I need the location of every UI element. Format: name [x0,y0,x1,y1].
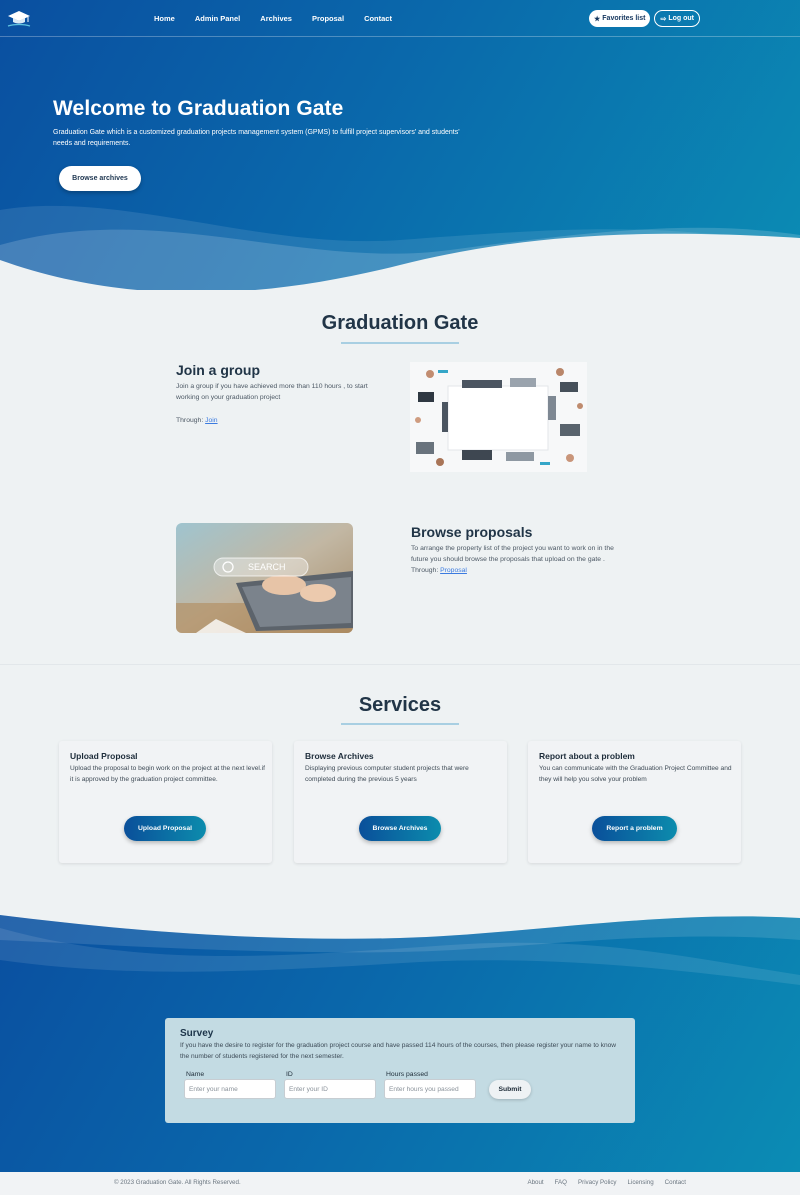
survey-title: Survey [180,1028,214,1039]
nav-links: Home Admin Panel Archives Proposal Conta… [144,0,402,37]
image-search-text: SEARCH [248,562,286,572]
nav-link-home[interactable]: Home [144,0,185,37]
services-title: Services [358,694,442,716]
join-through-label: Through: [176,417,204,424]
survey-text: If you have the desire to register for t… [180,1042,617,1060]
logout-button[interactable]: ⇨ Log out [654,10,700,27]
service-card-upload: Upload Proposal Upload the proposal to b… [59,741,272,863]
footer: © 2023 Graduation Gate. All Rights Reser… [0,1172,800,1195]
browse-archives-button[interactable]: Browse archives [59,166,141,191]
proposals-through-label: Through: [411,567,439,574]
join-group-heading: Join a group [176,362,260,378]
hero-wave-decoration [0,205,800,290]
team-meeting-image [410,362,587,472]
join-group-text: Join a group if you have achieved more t… [176,383,368,401]
browse-proposals-text: To arrange the property list of the proj… [411,545,614,563]
about-title: Graduation Gate [321,312,479,334]
nav-actions: ★ Favorites list ⇨ Log out [589,10,700,27]
service-card-archives: Browse Archives Displaying previous comp… [294,741,507,863]
logout-label: Log out [668,15,694,22]
footer-link-privacy[interactable]: Privacy Policy [578,1179,617,1186]
service-card-text: You can communicate with the Graduation … [539,765,732,783]
hero-description: Graduation Gate which is a customized gr… [53,129,460,147]
browse-archives-service-button[interactable]: Browse Archives [359,816,441,841]
service-card-title: Upload Proposal [70,751,138,761]
laptop-search-image: SEARCH [176,523,353,633]
footer-links: About FAQ Privacy Policy Licensing Conta… [527,1179,686,1186]
nav-link-contact[interactable]: Contact [354,0,402,37]
service-card-text: Displaying previous computer student pro… [305,765,469,783]
footer-link-faq[interactable]: FAQ [555,1179,567,1186]
hero-title: Welcome to Graduation Gate [53,97,344,120]
report-problem-button[interactable]: Report a problem [592,816,677,841]
logout-icon: ⇨ [660,15,667,23]
favorites-button[interactable]: ★ Favorites list [589,10,651,27]
nav-link-proposal[interactable]: Proposal [302,0,354,37]
services-title-underline [341,723,459,725]
footer-link-licensing[interactable]: Licensing [628,1179,654,1186]
bottom-wave-decoration [0,900,800,985]
section-divider [0,664,800,665]
footer-link-contact[interactable]: Contact [665,1179,686,1186]
service-card-text: Upload the proposal to begin work on the… [70,765,266,783]
join-group-through: Through: Join [176,415,218,426]
browse-proposals-through: Through: Proposal [411,565,467,576]
hours-input[interactable]: Enter hours you passed [384,1079,476,1099]
name-input[interactable]: Enter your name [184,1079,276,1099]
name-label: Name [186,1071,205,1078]
survey-form: Survey If you have the desire to registe… [165,1018,635,1123]
favorites-label: Favorites list [602,15,646,22]
upload-proposal-button[interactable]: Upload Proposal [124,816,206,841]
id-input[interactable]: Enter your ID [284,1079,376,1099]
copyright-text: © 2023 Graduation Gate. All Rights Reser… [114,1179,241,1186]
about-title-underline [341,342,459,344]
graduation-cap-logo-icon[interactable] [6,9,32,29]
id-label: ID [286,1071,293,1078]
service-card-title: Report about a problem [539,751,635,761]
browse-proposals-heading: Browse proposals [411,524,533,540]
footer-link-about[interactable]: About [527,1179,543,1186]
hero-section: Home Admin Panel Archives Proposal Conta… [0,0,800,290]
proposal-link[interactable]: Proposal [440,567,467,574]
nav-link-admin-panel[interactable]: Admin Panel [185,0,250,37]
service-card-title: Browse Archives [305,751,374,761]
top-navbar: Home Admin Panel Archives Proposal Conta… [0,0,800,37]
join-link[interactable]: Join [205,417,217,424]
service-card-report: Report about a problem You can communica… [528,741,741,863]
hours-label: Hours passed [386,1071,428,1078]
submit-button[interactable]: Submit [489,1080,531,1099]
star-icon: ★ [594,15,601,23]
nav-link-archives[interactable]: Archives [250,0,302,37]
